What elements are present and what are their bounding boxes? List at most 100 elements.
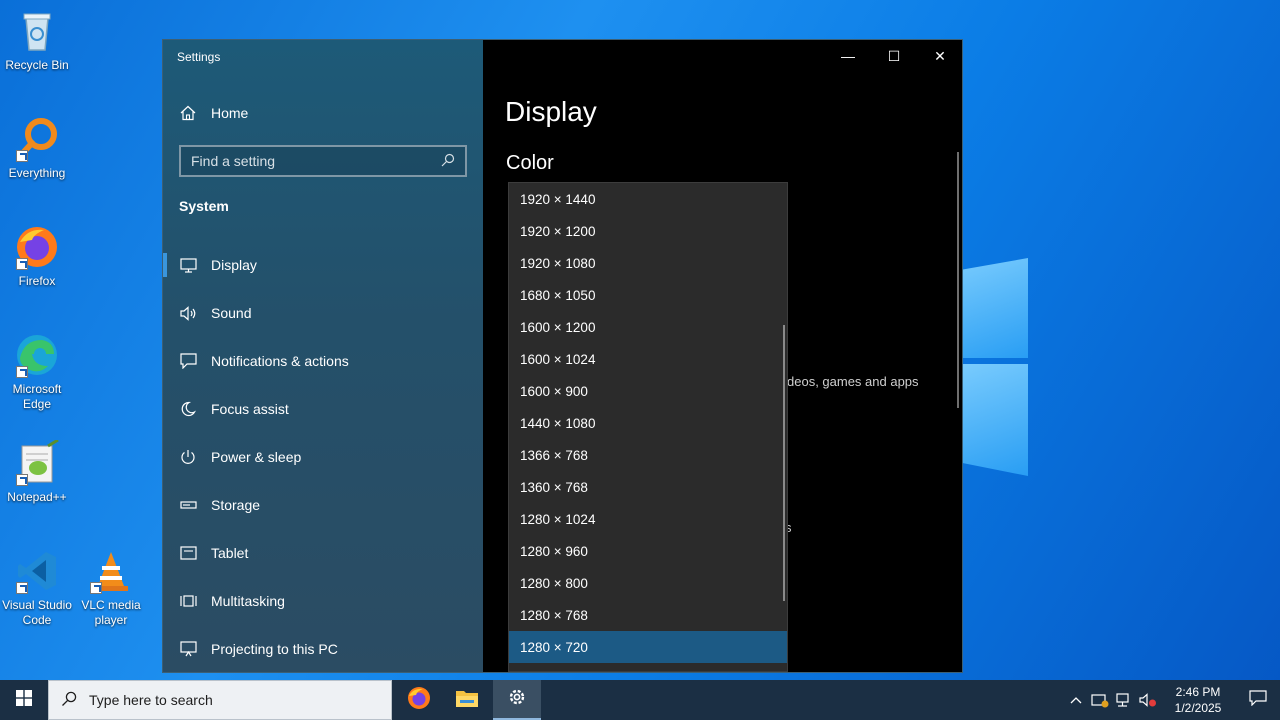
resolution-option[interactable]: 1920 × 1080 (509, 247, 787, 279)
resolution-option[interactable]: 1920 × 1440 (509, 183, 787, 215)
tray-network-icon[interactable] (1112, 680, 1136, 720)
nav-item-display[interactable]: Display (163, 241, 483, 289)
tray-chevron-up-icon[interactable] (1064, 680, 1088, 720)
nav-item-storage[interactable]: Storage (163, 481, 483, 529)
speaker-icon (179, 304, 197, 322)
taskbar-settings[interactable] (493, 680, 541, 720)
content-scrollbar[interactable] (957, 152, 959, 408)
resolution-option[interactable]: 1366 × 768 (509, 439, 787, 471)
desktop-icon-label: Firefox (18, 274, 56, 288)
find-setting-input[interactable]: Find a setting (179, 145, 467, 177)
page-title: Display (505, 96, 597, 127)
partially-hidden-text: deos, games and apps (787, 374, 919, 389)
nav-item-focus-assist[interactable]: Focus assist (163, 385, 483, 433)
notepadpp-icon (14, 438, 60, 486)
resolution-option[interactable]: 1600 × 1200 (509, 311, 787, 343)
edge-icon (14, 332, 60, 378)
resolution-option[interactable]: 1680 × 1050 (509, 279, 787, 311)
everything-search-icon (14, 116, 60, 162)
nav-home[interactable]: Home (179, 104, 248, 122)
taskbar: Type here to search 2:46 PM 1/2/2025 (0, 680, 1280, 720)
firefox-icon (14, 224, 60, 270)
windows-logo-wallpaper (960, 240, 1030, 480)
desktop-icon-notepadpp[interactable]: Notepad++ (0, 438, 74, 505)
shortcut-arrow-icon (90, 582, 102, 594)
nav-item-label: Storage (211, 497, 261, 513)
notification-icon (179, 352, 197, 370)
nav-item-label: Focus assist (211, 401, 289, 417)
taskbar-file-explorer[interactable] (443, 680, 491, 720)
shortcut-arrow-icon (16, 366, 28, 378)
firefox-icon (407, 686, 431, 715)
desktop-icon-vlc[interactable]: VLC media player (74, 548, 148, 628)
shortcut-arrow-icon (16, 258, 28, 270)
nav-item-label: Notifications & actions (211, 353, 349, 369)
resolution-option[interactable]: 1360 × 768 (509, 471, 787, 503)
power-icon (179, 448, 197, 466)
desktop-icon-label: Everything (8, 166, 66, 180)
start-button[interactable] (0, 680, 48, 720)
desktop-icon-label: Microsoft Edge (12, 382, 62, 411)
taskbar-clock[interactable]: 2:46 PM 1/2/2025 (1160, 684, 1236, 716)
window-controls: — ☐ ✕ (825, 40, 962, 72)
nav-item-power-sleep[interactable]: Power & sleep (163, 433, 483, 481)
nav-item-notifications[interactable]: Notifications & actions (163, 337, 483, 385)
search-icon (61, 691, 77, 710)
home-icon (179, 104, 197, 122)
resolution-option[interactable]: 1280 × 768 (509, 599, 787, 631)
shortcut-arrow-icon (16, 150, 28, 162)
notification-icon (1249, 689, 1267, 711)
search-icon (441, 153, 455, 170)
resolution-option[interactable]: 1280 × 960 (509, 535, 787, 567)
shortcut-arrow-icon (16, 582, 28, 594)
nav-item-label: Power & sleep (211, 449, 302, 465)
nav-section-title: System (179, 198, 229, 214)
taskbar-search-placeholder: Type here to search (89, 692, 213, 708)
dropdown-scrollbar[interactable] (783, 325, 785, 601)
resolution-option-selected[interactable]: 1280 × 720 (509, 631, 787, 663)
resolution-option[interactable]: 1600 × 900 (509, 375, 787, 407)
desktop-icon-vscode[interactable]: Visual Studio Code (0, 548, 74, 628)
moon-icon (179, 400, 197, 418)
action-center-button[interactable] (1236, 680, 1280, 720)
tablet-icon (179, 544, 197, 562)
nav-item-multitasking[interactable]: Multitasking (163, 577, 483, 625)
nav-item-label: Tablet (211, 545, 249, 561)
desktop-icon-label: Visual Studio Code (2, 598, 72, 627)
resolution-option[interactable]: 1280 × 1024 (509, 503, 787, 535)
taskbar-search-box[interactable]: Type here to search (48, 680, 392, 720)
desktop-icon-edge[interactable]: Microsoft Edge (0, 332, 74, 412)
monitor-icon (179, 256, 197, 274)
windows-start-icon (16, 689, 32, 711)
settings-window: Settings Home Find a setting System Disp… (162, 39, 963, 673)
vscode-icon (14, 548, 60, 594)
vlc-cone-icon (88, 548, 134, 594)
minimize-button[interactable]: — (825, 40, 871, 72)
nav-item-tablet[interactable]: Tablet (163, 529, 483, 577)
desktop-icon-firefox[interactable]: Firefox (0, 224, 74, 289)
resolution-option[interactable]: 1280 × 800 (509, 567, 787, 599)
resolution-option[interactable]: 1920 × 1200 (509, 215, 787, 247)
close-button[interactable]: ✕ (917, 40, 962, 72)
resolution-option[interactable]: 1440 × 1080 (509, 407, 787, 439)
resolution-option[interactable]: 1600 × 1024 (509, 343, 787, 375)
tray-volume-muted-icon[interactable] (1136, 680, 1160, 720)
section-title-color: Color (506, 152, 554, 174)
nav-item-sound[interactable]: Sound (163, 289, 483, 337)
nav-item-label: Projecting to this PC (211, 641, 338, 657)
tray-security-icon[interactable] (1088, 680, 1112, 720)
maximize-button[interactable]: ☐ (871, 40, 917, 72)
clock-time: 2:46 PM (1175, 685, 1221, 699)
system-tray: 2:46 PM 1/2/2025 (1064, 680, 1280, 720)
find-setting-placeholder: Find a setting (191, 153, 276, 169)
resolution-dropdown-list: 1920 × 1440 1920 × 1200 1920 × 1080 1680… (508, 182, 788, 672)
desktop-icon-recycle-bin[interactable]: Recycle Bin (0, 8, 74, 73)
desktop-icon-label: VLC media player (81, 598, 141, 627)
window-title: Settings (177, 50, 221, 64)
folder-icon (455, 688, 479, 713)
desktop-icon-everything[interactable]: Everything (0, 116, 74, 181)
taskbar-firefox[interactable] (395, 680, 443, 720)
nav-item-projecting[interactable]: Projecting to this PC (163, 625, 483, 672)
nav-list: Display Sound Notifications & actions Fo… (163, 241, 483, 672)
recycle-bin-icon (14, 8, 60, 54)
